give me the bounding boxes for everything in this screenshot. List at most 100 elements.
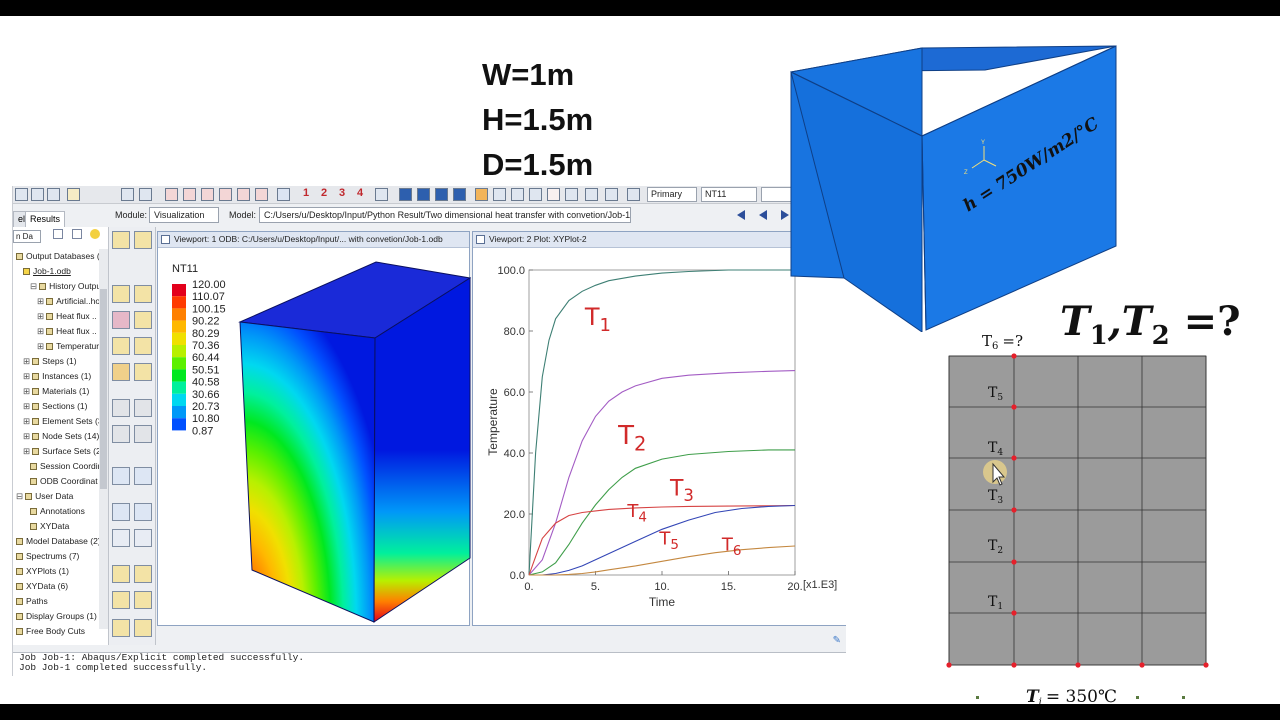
camera-icon[interactable]: [475, 188, 488, 201]
view-x-icon[interactable]: [183, 188, 196, 201]
field-output-icon[interactable]: [627, 188, 640, 201]
tree-item[interactable]: Free Body Cuts: [16, 624, 85, 638]
tool-icon[interactable]: [585, 188, 598, 201]
xy-plot-icon[interactable]: [134, 529, 152, 547]
pointer-icon[interactable]: [67, 188, 80, 201]
tree-filter-select[interactable]: n Da: [13, 230, 41, 243]
expand-icon[interactable]: ⊞: [23, 401, 30, 411]
contour-icon[interactable]: [112, 311, 130, 329]
filter-icon[interactable]: [53, 229, 64, 239]
expand-icon[interactable]: ⊞: [23, 386, 30, 396]
view-number-4[interactable]: 4: [357, 187, 363, 199]
render-icon[interactable]: [399, 188, 412, 201]
expand-icon[interactable]: ⊞: [37, 311, 44, 321]
prev-frame-icon[interactable]: [759, 210, 767, 220]
tree-item[interactable]: Model Database (2): [16, 534, 101, 548]
module-select[interactable]: Visualization: [149, 207, 219, 223]
toolbox-icon[interactable]: [134, 467, 152, 485]
tool-icon[interactable]: [31, 188, 44, 201]
tree-item[interactable]: Session Coordin: [30, 459, 102, 473]
tree-item[interactable]: ⊞ Sections (1): [23, 399, 87, 413]
viewport-1[interactable]: Viewport: 1 ODB: C:/Users/u/Desktop/Inpu…: [157, 231, 471, 626]
tool-icon[interactable]: [139, 188, 152, 201]
expand-icon[interactable]: ⊞: [23, 431, 30, 441]
tree-item[interactable]: Job-1.odb: [23, 264, 71, 278]
tree-item[interactable]: Spectrums (7): [16, 549, 79, 563]
expand-icon[interactable]: ⊞: [37, 326, 44, 336]
tree-item[interactable]: XYData (6): [16, 579, 68, 593]
help-bulb-icon[interactable]: [90, 229, 101, 239]
toolbox-icon[interactable]: [134, 425, 152, 443]
expand-icon[interactable]: [71, 229, 82, 239]
tool-icon[interactable]: [47, 188, 60, 201]
toolbox-icon[interactable]: [112, 425, 130, 443]
csys-icon[interactable]: [112, 467, 130, 485]
tree-item[interactable]: ODB Coordinat: [30, 474, 98, 488]
path-icon[interactable]: [112, 529, 130, 547]
expand-icon[interactable]: ⊞: [37, 341, 44, 351]
render-icon[interactable]: [417, 188, 430, 201]
tree-item[interactable]: Display Groups (1): [16, 609, 97, 623]
tool-icon[interactable]: [375, 188, 388, 201]
view-number-2[interactable]: 2: [321, 187, 327, 199]
toolbox-icon[interactable]: [112, 231, 130, 249]
tree-scrollbar[interactable]: [99, 249, 108, 629]
expand-icon[interactable]: ⊞: [23, 416, 30, 426]
tree-item[interactable]: ⊞ Instances (1): [23, 369, 91, 383]
toolbox-icon[interactable]: [134, 591, 152, 609]
variable-select[interactable]: NT11: [701, 187, 757, 202]
animate-icon[interactable]: [112, 399, 130, 417]
toolbox-icon[interactable]: [134, 231, 152, 249]
tool-icon[interactable]: [605, 188, 618, 201]
tree-item[interactable]: Annotations: [30, 504, 85, 518]
first-frame-icon[interactable]: [737, 210, 745, 220]
expand-icon[interactable]: ⊞: [23, 371, 30, 381]
view-z-icon[interactable]: [237, 188, 250, 201]
tree-scroll-thumb[interactable]: [100, 289, 107, 489]
collapse-icon[interactable]: ⊟: [30, 281, 37, 291]
view-number-1[interactable]: 1: [303, 187, 309, 199]
tool-icon[interactable]: [565, 188, 578, 201]
view-y-icon[interactable]: [201, 188, 214, 201]
expand-icon[interactable]: ⊞: [37, 296, 44, 306]
tool-icon[interactable]: [511, 188, 524, 201]
tree-item[interactable]: ⊞ Steps (1): [23, 354, 77, 368]
tree-item[interactable]: ⊞ Node Sets (14): [23, 429, 99, 443]
toolbox-icon[interactable]: [112, 285, 130, 303]
render-icon[interactable]: [453, 188, 466, 201]
view-y-icon[interactable]: [219, 188, 232, 201]
table-icon[interactable]: [112, 503, 130, 521]
tool-icon[interactable]: [493, 188, 506, 201]
toolbox-icon[interactable]: [134, 503, 152, 521]
primary-field-select[interactable]: Primary: [647, 187, 697, 202]
view-z-icon[interactable]: [255, 188, 268, 201]
view-x-icon[interactable]: [165, 188, 178, 201]
tree-item[interactable]: ⊞ Element Sets (3: [23, 414, 103, 428]
tab-results[interactable]: Results: [25, 211, 66, 227]
tool-icon[interactable]: [15, 188, 28, 201]
tool-icon[interactable]: [529, 188, 542, 201]
tree-item[interactable]: XYData: [30, 519, 69, 533]
tree-item[interactable]: ⊟ User Data: [16, 489, 73, 503]
toolbox-icon[interactable]: [112, 565, 130, 583]
tool-icon[interactable]: [121, 188, 134, 201]
toolbox-icon[interactable]: [134, 311, 152, 329]
toolbox-icon[interactable]: [112, 363, 130, 381]
toolbox-icon[interactable]: [134, 565, 152, 583]
toolbox-icon[interactable]: [112, 337, 130, 355]
expand-icon[interactable]: ⊞: [23, 446, 30, 456]
tree-item[interactable]: Output Databases (1): [16, 249, 107, 263]
tree-item[interactable]: ⊞ Surface Sets (2): [23, 444, 104, 458]
toolbox-icon[interactable]: [134, 619, 152, 637]
tree-item[interactable]: XYPlots (1): [16, 564, 69, 578]
text-icon[interactable]: [547, 188, 560, 201]
model-select[interactable]: C:/Users/u/Desktop/Input/Python Result/T…: [259, 207, 631, 223]
collapse-icon[interactable]: ⊟: [16, 491, 23, 501]
toolbox-icon[interactable]: [134, 363, 152, 381]
toolbox-icon[interactable]: [134, 337, 152, 355]
toolbox-icon[interactable]: [134, 285, 152, 303]
toolbox-icon[interactable]: [134, 399, 152, 417]
expand-icon[interactable]: ⊞: [23, 356, 30, 366]
toolbox-icon[interactable]: [112, 619, 130, 637]
toolbox-icon[interactable]: [112, 591, 130, 609]
